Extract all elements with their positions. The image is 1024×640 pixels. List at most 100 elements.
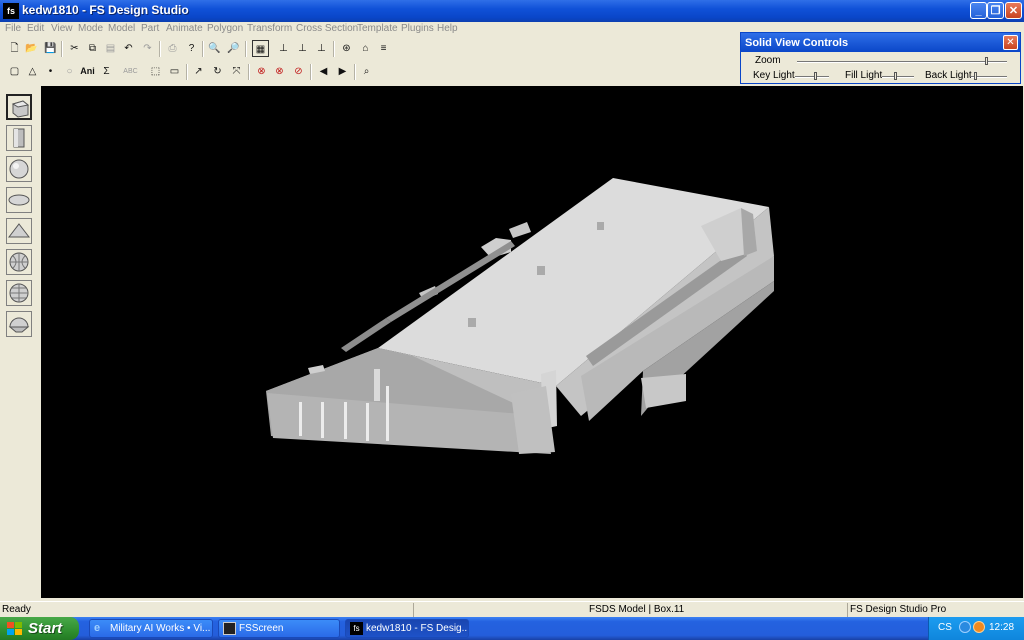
delete-all-icon[interactable]: ⊘ <box>290 63 307 80</box>
globe-tool-icon[interactable] <box>6 249 32 275</box>
print-icon[interactable]: ⎙ <box>164 40 181 57</box>
menu-polygon[interactable]: Polygon <box>207 23 243 34</box>
paste-icon[interactable]: ▤ <box>102 40 119 57</box>
rotate-icon[interactable]: ↻ <box>209 63 226 80</box>
fill-light-slider[interactable] <box>882 76 914 78</box>
zoom-slider[interactable] <box>797 61 1007 63</box>
menu-bar: File Edit View Mode Model Part Animate P… <box>0 22 740 38</box>
open-folder-icon[interactable]: 📂 <box>23 40 40 57</box>
ellipsoid-tool-icon[interactable] <box>6 187 32 213</box>
sphere-tool-icon[interactable] <box>6 156 32 182</box>
save-icon[interactable]: 💾 <box>42 40 59 57</box>
menu-plugins[interactable]: Plugins <box>401 23 434 34</box>
zoom-slider-thumb[interactable] <box>985 57 988 65</box>
menu-view[interactable]: View <box>51 23 73 34</box>
zoom-label: Zoom <box>755 55 781 66</box>
home-icon[interactable]: ⌂ <box>357 40 374 57</box>
task-fsscreen-label: FSScreen <box>239 623 284 634</box>
cut-icon[interactable]: ✂ <box>66 40 83 57</box>
3d-viewport[interactable] <box>41 86 1023 598</box>
animation-icon[interactable]: Ani <box>79 63 96 80</box>
pyramid-tool-icon[interactable] <box>6 218 32 244</box>
start-button[interactable]: Start <box>0 617 79 640</box>
minimize-button[interactable]: _ <box>970 2 987 19</box>
help-icon[interactable]: ? <box>183 40 200 57</box>
menu-edit[interactable]: Edit <box>27 23 44 34</box>
start-label: Start <box>28 620 63 637</box>
svc-close-icon[interactable]: ✕ <box>1003 35 1018 50</box>
grid-icon[interactable]: ▦ <box>252 40 269 57</box>
move-icon[interactable]: ↗ <box>190 63 207 80</box>
zoom-out-icon[interactable]: 🔎 <box>225 40 242 57</box>
status-model: FSDS Model | Box.11 <box>589 604 685 615</box>
task-fsds[interactable]: fs kedw1810 - FS Desig... <box>345 619 469 638</box>
menu-transform[interactable]: Transform <box>247 23 292 34</box>
menu-part[interactable]: Part <box>141 23 159 34</box>
browser-icon: e <box>94 622 101 634</box>
key-light-label: Key Light <box>753 70 795 81</box>
delete-part-icon[interactable]: ⊗ <box>271 63 288 80</box>
status-bar: Ready FSDS Model | Box.11 FS Design Stud… <box>0 601 1024 618</box>
abc-icon[interactable]: ABC <box>122 63 139 80</box>
binoculars-icon[interactable]: ⌕ <box>358 63 375 80</box>
fill-light-label: Fill Light <box>845 70 883 81</box>
menu-animate[interactable]: Animate <box>166 23 203 34</box>
clock: 12:28 <box>989 622 1015 633</box>
update-icon[interactable] <box>973 621 985 633</box>
scale-icon[interactable]: ⤧ <box>228 63 245 80</box>
circle-icon[interactable]: ○ <box>61 63 78 80</box>
task-fsscreen[interactable]: FSScreen <box>218 619 340 638</box>
redo-icon[interactable]: ↷ <box>139 40 156 57</box>
select-box-icon[interactable]: ▢ <box>6 63 23 80</box>
snap-z-icon[interactable]: ⊥ <box>313 40 330 57</box>
status-product: FS Design Studio Pro <box>850 604 947 615</box>
task-browser-label: Military AI Works • Vi... <box>110 623 211 634</box>
status-ready: Ready <box>2 604 31 615</box>
undo-icon[interactable]: ↶ <box>120 40 137 57</box>
close-button[interactable]: ✕ <box>1005 2 1022 19</box>
next-icon[interactable]: ▶ <box>334 63 351 80</box>
snap-x-icon[interactable]: ⊥ <box>275 40 292 57</box>
system-tray: CS 12:28 <box>928 617 1024 640</box>
key-light-slider[interactable] <box>795 76 829 78</box>
back-light-label: Back Light <box>925 70 972 81</box>
task-browser[interactable]: e Military AI Works • Vi... <box>89 619 213 638</box>
menu-model[interactable]: Model <box>108 23 135 34</box>
box-tool-icon[interactable] <box>6 94 32 120</box>
menu-help[interactable]: Help <box>437 23 458 34</box>
back-light-slider-thumb[interactable] <box>973 72 977 80</box>
half-sphere-tool-icon[interactable] <box>6 311 32 337</box>
new-file-icon[interactable]: 🗋 <box>6 40 23 57</box>
snap-y-icon[interactable]: ⊥ <box>294 40 311 57</box>
layers-icon[interactable]: ≡ <box>375 40 392 57</box>
view-3d-icon[interactable]: ⊛ <box>338 40 355 57</box>
app-icon: fs <box>3 3 19 19</box>
model-render <box>266 178 774 454</box>
toolbar-main: 🗋 📂 💾 ✂ ⧉ ▤ ↶ ↷ ⎙ ? 🔍 🔎 ▦ ⊥ ⊥ ⊥ ⊛ ⌂ ≡ <box>2 39 402 59</box>
menu-file[interactable]: File <box>5 23 21 34</box>
marquee-icon[interactable]: ⬚ <box>147 63 164 80</box>
menu-template[interactable]: Template <box>357 23 398 34</box>
delete-icon[interactable]: ⊗ <box>253 63 270 80</box>
zoom-in-icon[interactable]: 🔍 <box>206 40 223 57</box>
point-icon[interactable]: • <box>42 63 59 80</box>
cylinder-tool-icon[interactable] <box>6 125 32 151</box>
menu-cross-section[interactable]: Cross Section <box>296 23 358 34</box>
language-indicator[interactable]: CS <box>938 622 952 633</box>
fill-light-slider-thumb[interactable] <box>893 72 897 80</box>
sum-icon[interactable]: Σ <box>98 63 115 80</box>
primitive-toolbar <box>0 86 38 598</box>
key-light-slider-thumb[interactable] <box>814 72 818 80</box>
previous-icon[interactable]: ◀ <box>315 63 332 80</box>
window-title: kedw1810 - FS Design Studio <box>22 3 189 17</box>
task-fsds-label: kedw1810 - FS Desig... <box>366 623 469 634</box>
dome-tool-icon[interactable] <box>6 280 32 306</box>
ruler-icon[interactable]: ▭ <box>166 63 183 80</box>
copy-icon[interactable]: ⧉ <box>84 40 101 57</box>
triangle-icon[interactable]: △ <box>24 63 41 80</box>
svc-title-bar[interactable]: Solid View Controls ✕ <box>741 33 1020 52</box>
restore-button[interactable]: ❐ <box>987 2 1004 19</box>
taskbar: Start e Military AI Works • Vi... FSScre… <box>0 617 1024 640</box>
network-icon[interactable] <box>959 621 971 633</box>
menu-mode[interactable]: Mode <box>78 23 103 34</box>
